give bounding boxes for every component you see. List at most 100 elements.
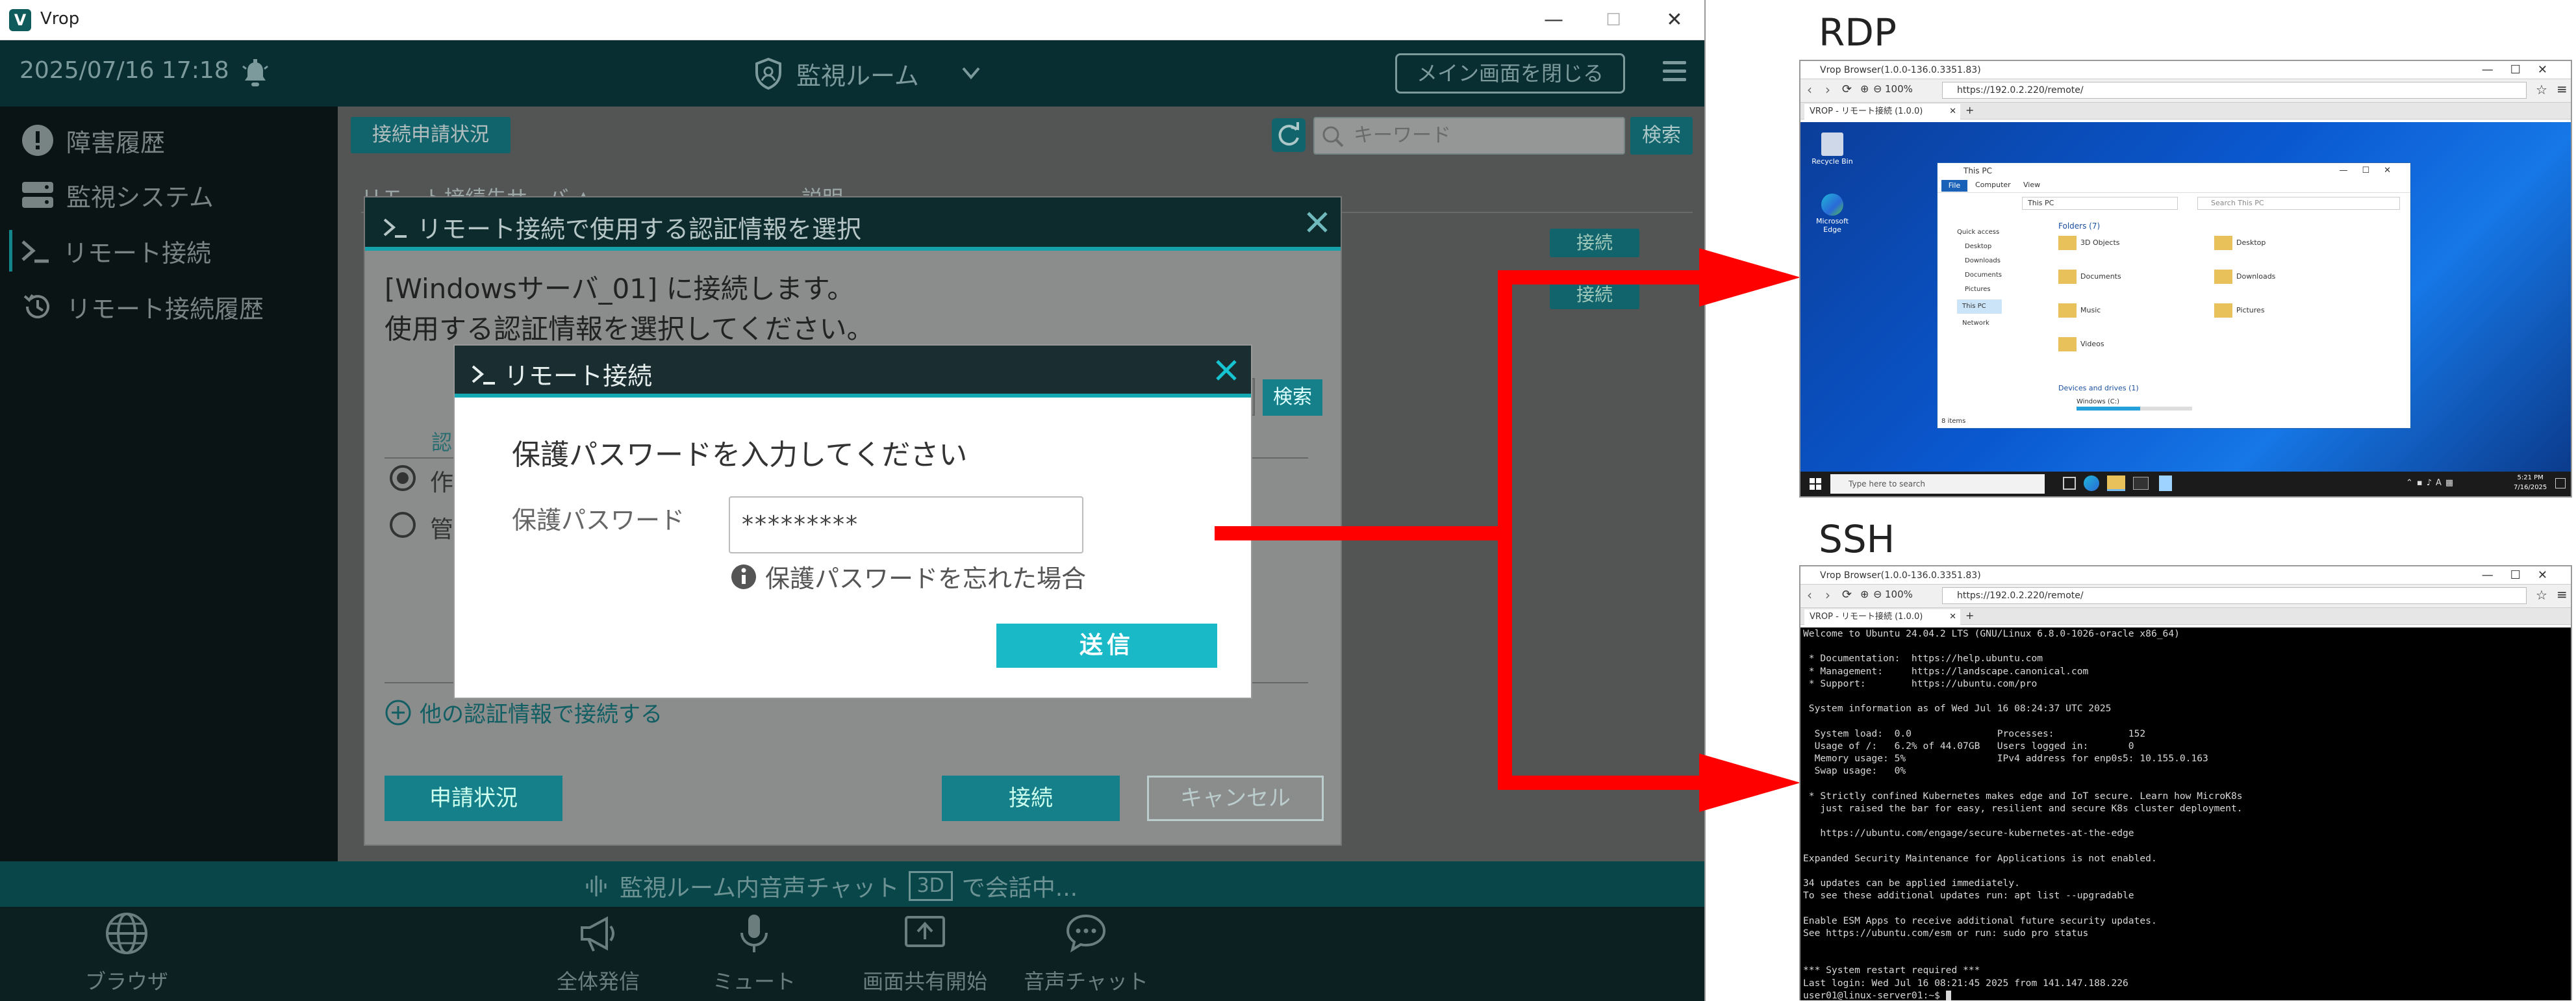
browser-window-controls[interactable]: —☐✕ [2482, 566, 2564, 585]
back-icon[interactable]: ‹ [1807, 82, 1812, 97]
taskbar-clock[interactable]: 5:21 PM 7/16/2025 [2514, 473, 2547, 492]
folder-downloads[interactable]: Downloads [2214, 270, 2275, 284]
dialog-header: リモート接続で使用する認証情報を選択 [365, 197, 1341, 251]
nav-pictures[interactable]: Pictures [1957, 283, 2002, 297]
reload-icon[interactable]: ⟳ [1842, 82, 1852, 96]
terminal-line: user01@linux-server01:~$ [1803, 989, 2571, 1000]
notification-icon[interactable] [2555, 478, 2566, 488]
browser-tab-bar: VROP - リモート接続 (1.0.0) ✕ + [1800, 103, 2571, 120]
credential-radio-2[interactable] [390, 512, 416, 538]
close-icon[interactable] [1303, 208, 1332, 236]
taskbar-terminal-icon[interactable] [2133, 477, 2149, 490]
nav-this-pc[interactable]: This PC [1957, 299, 2002, 314]
tab-close-icon[interactable]: ✕ [1949, 104, 1956, 120]
red-arrows-diagram [1215, 248, 1800, 812]
send-button[interactable]: 送信 [996, 624, 1217, 668]
system-tray-icons[interactable]: ⌃▪♪A▦ [2406, 478, 2457, 488]
explorer-window-controls[interactable]: —☐✕ [2339, 163, 2405, 179]
ssh-terminal[interactable]: Welcome to Ubuntu 24.04.2 LTS (GNU/Linux… [1800, 627, 2571, 1000]
windows-taskbar: Type here to search ⌃▪♪A▦ 5:21 PM 7/16/20… [1800, 472, 2571, 496]
folders-header[interactable]: Folders (7) [2058, 222, 2100, 231]
reload-icon[interactable]: ⟳ [1842, 588, 1852, 602]
back-icon[interactable]: ‹ [1807, 587, 1812, 603]
explorer-search-input[interactable]: Search This PC [2197, 197, 2400, 210]
forward-icon[interactable]: › [1825, 587, 1830, 603]
terminal-line: just raised the bar for easy, resilient … [1803, 802, 2243, 814]
folder-icon [2058, 270, 2077, 284]
ribbon-computer-tab[interactable]: Computer [1975, 181, 2011, 189]
message-line-2: 使用する認証情報を選択してください。 [385, 313, 874, 345]
dialog-header: リモート接続 [455, 346, 1251, 398]
drive-label: Windows (C:) [2077, 398, 2119, 405]
taskbar-explorer-icon[interactable] [2107, 475, 2125, 491]
other-credential-link[interactable]: 他の認証情報で接続する [385, 696, 663, 728]
address-bar[interactable]: https://192.0.2.220/remote/ [1942, 587, 2527, 604]
ribbon-file-tab[interactable]: File [1941, 180, 1967, 192]
terminal-line: Welcome to Ubuntu 24.04.2 LTS (GNU/Linux… [1803, 628, 2180, 639]
drive-c[interactable]: Windows (C:) [2077, 398, 2192, 411]
close-window-button[interactable]: ✕ [1648, 4, 1700, 36]
folder-videos[interactable]: Videos [2058, 337, 2104, 351]
browser-window-controls[interactable]: —☐✕ [2482, 61, 2564, 79]
browser-tab[interactable]: VROP - リモート接続 (1.0.0) ✕ [1804, 609, 1960, 625]
new-tab-icon[interactable]: + [1965, 609, 1974, 622]
edge-icon[interactable]: Microsoft Edge [1810, 194, 1855, 234]
star-icon[interactable]: ☆ [2536, 82, 2547, 97]
credential-radio-1[interactable] [390, 465, 416, 491]
forgot-password-link[interactable]: 保護パスワードを忘れた場合 [730, 559, 1086, 594]
star-icon[interactable]: ☆ [2536, 587, 2547, 603]
forgot-password-text: 保護パスワードを忘れた場合 [765, 564, 1087, 593]
explorer-status: 8 items [1941, 418, 1966, 425]
folder-music[interactable]: Music [2058, 303, 2101, 318]
arrow-trunk [1498, 270, 1512, 790]
zoom-in-icon[interactable]: ⊕ [1860, 588, 1869, 600]
nav-documents[interactable]: Documents [1957, 268, 2002, 283]
zoom-out-icon[interactable]: ⊖ [1873, 588, 1882, 600]
dialog-title-text: リモート接続で使用する認証情報を選択 [417, 215, 862, 244]
taskbar-edge-icon[interactable] [2084, 475, 2099, 491]
taskbar-app-icon[interactable] [2159, 475, 2172, 491]
nav-desktop[interactable]: Desktop [1957, 240, 2002, 254]
folder-icon [2214, 236, 2232, 250]
zoom-in-icon[interactable]: ⊕ [1860, 82, 1869, 95]
drives-header[interactable]: Devices and drives (1) [2058, 384, 2139, 392]
terminal-line: To see these additional updates run: apt… [1803, 890, 2134, 902]
menu-icon[interactable]: ≡ [2557, 81, 2568, 97]
apply-status-button[interactable]: 申請状況 [385, 776, 562, 821]
connect-button[interactable]: 接続 [942, 776, 1120, 821]
tab-close-icon[interactable]: ✕ [1949, 609, 1956, 625]
folder-pictures[interactable]: Pictures [2214, 303, 2265, 318]
task-view-icon[interactable] [2063, 477, 2076, 490]
zoom-level: 100% [1885, 83, 1913, 95]
maximize-button[interactable]: ☐ [1587, 4, 1639, 36]
nav-downloads[interactable]: Downloads [1957, 254, 2002, 268]
recycle-bin-icon[interactable]: Recycle Bin [1810, 133, 1855, 166]
zoom-out-icon[interactable]: ⊖ [1873, 82, 1882, 95]
folder-icon [2058, 337, 2077, 351]
nav-quick-access[interactable]: Quick access [1957, 225, 2002, 240]
folder-icon [2058, 236, 2077, 250]
explorer-address-bar[interactable]: This PC [2022, 197, 2178, 210]
browser-tab[interactable]: VROP - リモート接続 (1.0.0) ✕ [1804, 104, 1960, 120]
nav-network[interactable]: Network [1957, 316, 2002, 331]
menu-icon[interactable]: ≡ [2557, 587, 2568, 602]
dialog-title: リモート接続で使用する認証情報を選択 [382, 209, 861, 245]
taskbar-search-input[interactable]: Type here to search [1830, 474, 2045, 494]
address-bar[interactable]: https://192.0.2.220/remote/ [1942, 82, 2527, 99]
protection-password-input[interactable]: ********* [729, 496, 1083, 553]
minimize-button[interactable]: — [1528, 4, 1580, 36]
browser-toolbar: ‹ › ⟳ ⊕ ⊖ 100% https://192.0.2.220/remot… [1800, 585, 2571, 608]
terminal-line: System load: 0.0 Processes: 152 [1803, 728, 2146, 739]
forward-icon[interactable]: › [1825, 82, 1830, 97]
folder-documents[interactable]: Documents [2058, 270, 2121, 284]
ssh-label: SSH [1819, 517, 1895, 561]
folder-3d-objects[interactable]: 3D Objects [2058, 236, 2120, 250]
new-tab-icon[interactable]: + [1965, 104, 1974, 116]
windows-start-icon[interactable] [1810, 478, 1821, 490]
app-logo-icon: V [9, 9, 31, 31]
folder-desktop[interactable]: Desktop [2214, 236, 2266, 250]
folder-icon [2214, 303, 2232, 318]
ribbon-view-tab[interactable]: View [2023, 181, 2040, 189]
